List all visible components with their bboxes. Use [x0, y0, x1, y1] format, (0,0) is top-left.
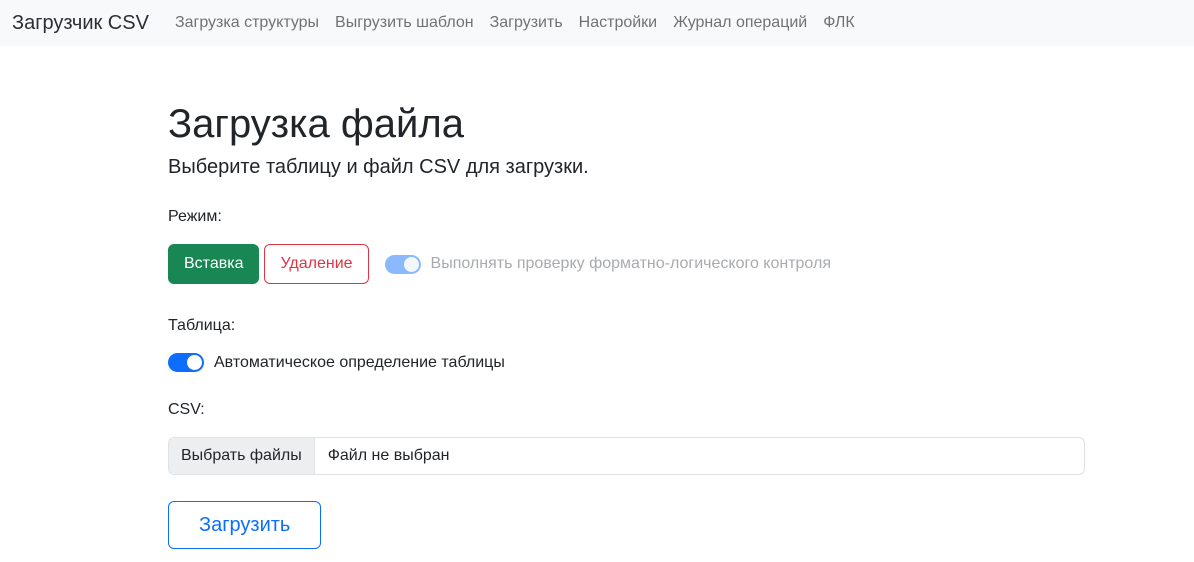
auto-table-toggle-wrap: Автоматическое определение таблицы: [168, 353, 1194, 372]
nav-item-settings[interactable]: Настройки: [571, 6, 665, 40]
auto-table-toggle[interactable]: [168, 353, 204, 372]
navbar: Загрузчик CSV Загрузка структуры Выгрузи…: [0, 0, 1194, 46]
nav-item-export-template[interactable]: Выгрузить шаблон: [327, 6, 482, 40]
insert-mode-button[interactable]: Вставка: [168, 244, 259, 284]
upload-button[interactable]: Загрузить: [168, 501, 321, 549]
nav-item-operations-log[interactable]: Журнал операций: [665, 6, 815, 40]
brand[interactable]: Загрузчик CSV: [12, 12, 149, 35]
mode-group: Режим: Вставка Удаление Выполнять провер…: [168, 208, 1194, 284]
mode-row: Вставка Удаление Выполнять проверку форм…: [168, 244, 1194, 284]
toggle-knob: [187, 355, 202, 370]
flk-check-label: Выполнять проверку форматно-логического …: [431, 255, 831, 273]
page-subtitle: Выберите таблицу и файл CSV для загрузки…: [168, 156, 1194, 179]
main-content: Загрузка файла Выберите таблицу и файл C…: [0, 46, 1194, 549]
table-group: Таблица: Автоматическое определение табл…: [168, 317, 1194, 372]
delete-mode-button[interactable]: Удаление: [264, 244, 368, 284]
choose-files-button[interactable]: Выбрать файлы: [169, 438, 315, 474]
page-title: Загрузка файла: [168, 100, 1194, 148]
auto-table-label: Автоматическое определение таблицы: [214, 354, 505, 372]
table-label: Таблица:: [168, 317, 1194, 335]
nav-item-upload[interactable]: Загрузить: [482, 6, 571, 40]
flk-toggle-wrap: Выполнять проверку форматно-логического …: [385, 255, 831, 274]
nav-item-flk[interactable]: ФЛК: [815, 6, 862, 40]
flk-check-toggle[interactable]: [385, 255, 421, 274]
file-status-text: Файл не выбран: [315, 438, 463, 474]
csv-file-input[interactable]: Выбрать файлы Файл не выбран: [168, 437, 1085, 475]
nav-links: Загрузка структуры Выгрузить шаблон Загр…: [167, 6, 863, 40]
mode-label: Режим:: [168, 208, 1194, 226]
toggle-knob: [404, 257, 419, 272]
csv-label: CSV:: [168, 401, 1194, 419]
csv-group: CSV: Выбрать файлы Файл не выбран: [168, 401, 1194, 475]
nav-item-structure-upload[interactable]: Загрузка структуры: [167, 6, 327, 40]
